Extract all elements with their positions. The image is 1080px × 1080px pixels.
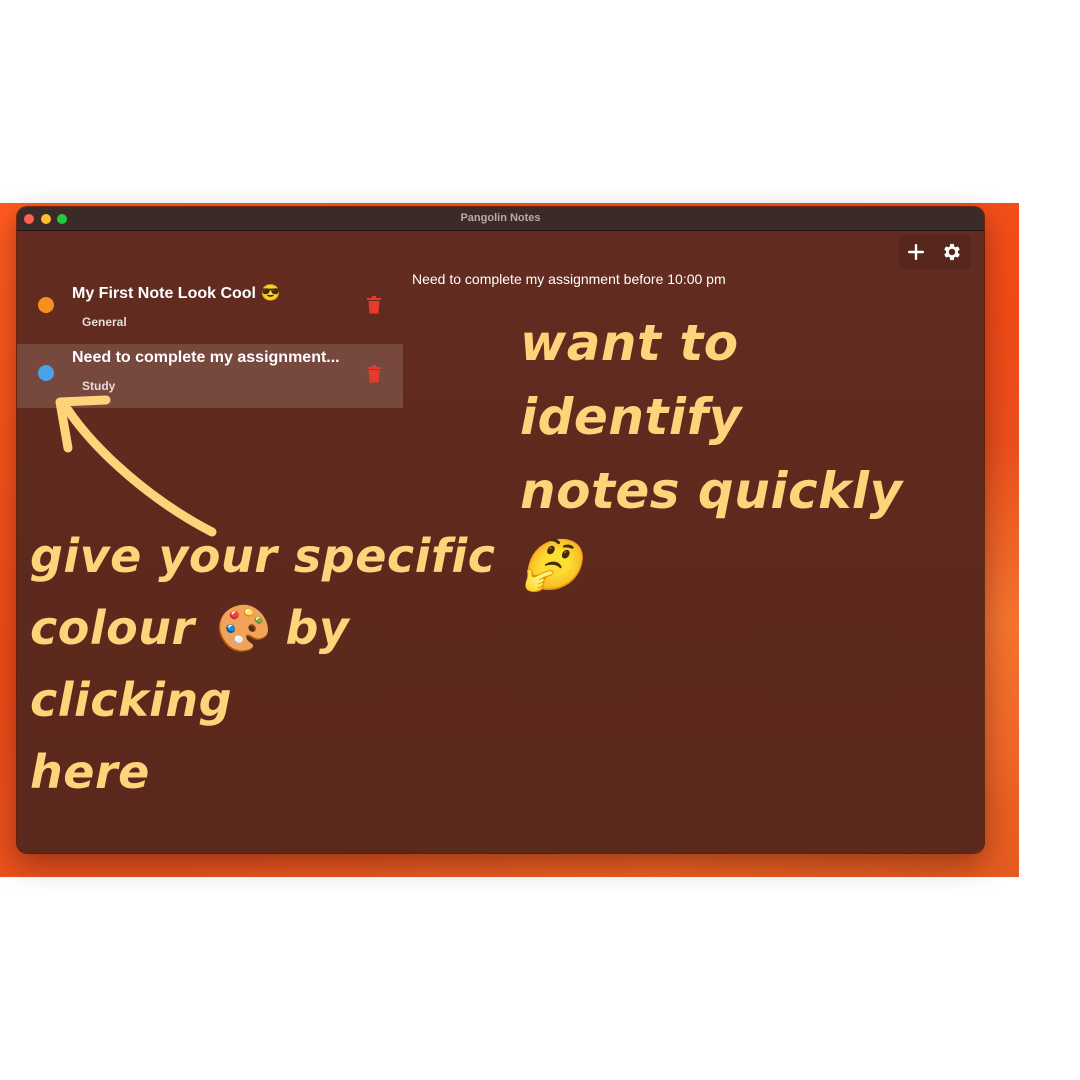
annotation-line: give your specific xyxy=(30,529,496,583)
annotation-line: want to identify xyxy=(520,314,742,446)
annotation-line: colour 🎨 by clicking xyxy=(30,601,350,727)
annotation-line: here xyxy=(30,745,150,799)
annotation-identify-notes: want to identify notes quickly 🤔 xyxy=(520,306,960,602)
annotation-line: notes quickly 🤔 xyxy=(520,462,903,594)
annotation-give-colour: give your specific colour 🎨 by clicking … xyxy=(30,520,550,808)
